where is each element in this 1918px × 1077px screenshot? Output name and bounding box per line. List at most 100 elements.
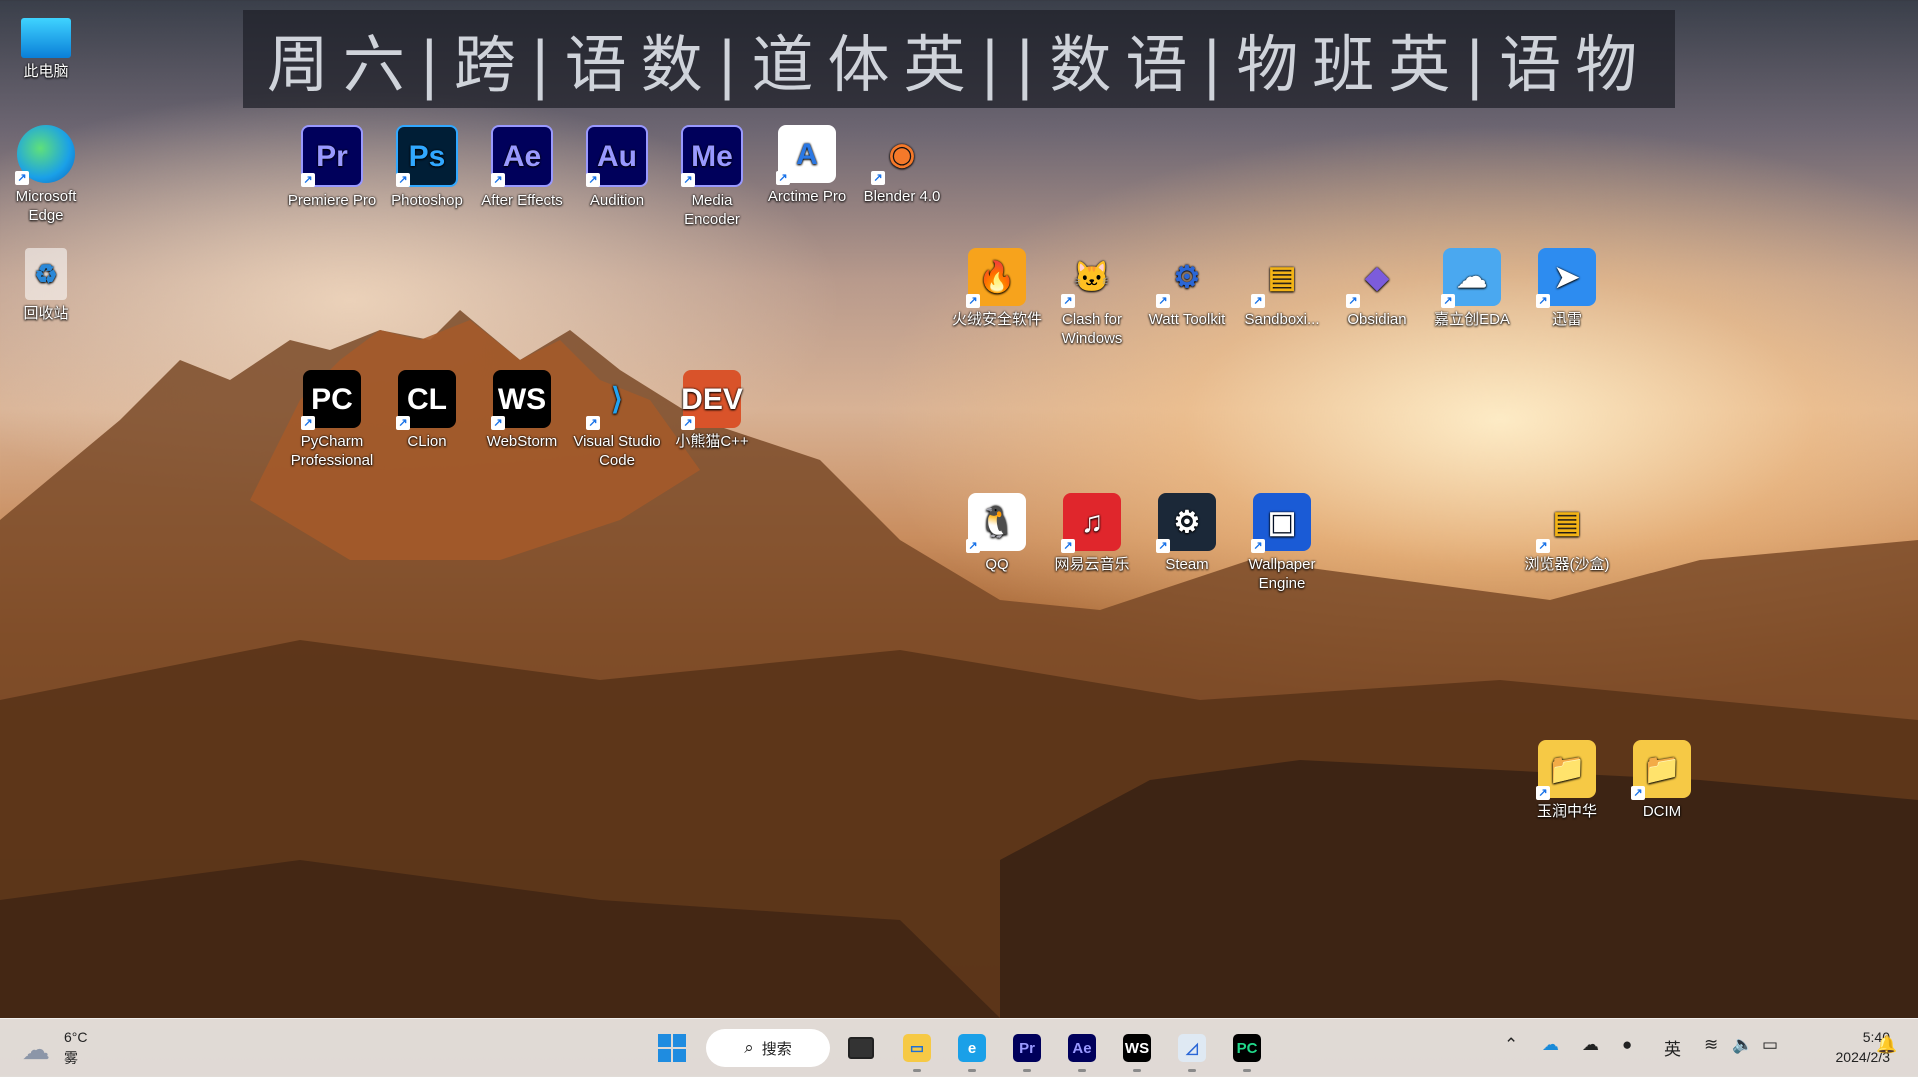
row2-shortcut-0[interactable]: 🔥 ↗ 火绒安全软件 (951, 248, 1043, 329)
shortcut-label: Media Encoder (684, 192, 740, 228)
shortcut-label: Watt Toolkit (1148, 311, 1226, 328)
row4-shortcut-1[interactable]: ♫ ↗ 网易云音乐 (1046, 493, 1138, 574)
notification-bell-icon[interactable]: 🔔 (1876, 1035, 1897, 1055)
network-cloud-icon[interactable]: ☁ (1582, 1035, 1599, 1055)
weather-widget[interactable]: ☁ 6°C 雾 (20, 1027, 100, 1069)
shortcut-label: Obsidian (1347, 311, 1407, 328)
row2-shortcut-5[interactable]: ☁ ↗ 嘉立创EDA (1426, 248, 1518, 329)
webstorm-icon: WS (1123, 1034, 1151, 1062)
running-indicator (1023, 1069, 1031, 1072)
right_icons-shortcut-0[interactable]: ▤ ↗ 浏览器(沙盒) (1521, 493, 1613, 574)
row2-shortcut-3[interactable]: ▤ ↗ Sandboxi... (1236, 248, 1328, 329)
row1-shortcut-6[interactable]: ◉ ↗ Blender 4.0 (856, 125, 948, 206)
shortcut-label: 嘉立创EDA (1434, 311, 1510, 328)
shortcut-arrow-icon: ↗ (1251, 539, 1265, 553)
app-icon: ☁ ↗ (1441, 248, 1501, 308)
row1-shortcut-2[interactable]: Ae ↗ After Effects (476, 125, 568, 210)
task-view-icon (848, 1037, 874, 1059)
class-schedule-banner: 周六|跨|语数|道体英||数语|物班英|语物 (243, 10, 1675, 108)
shortcut-label: WebStorm (486, 433, 558, 450)
qq-tray-icon[interactable]: ● (1622, 1035, 1632, 1055)
shortcut-label: Audition (589, 192, 645, 209)
taskbar-app-after-effects[interactable]: Ae (1062, 1028, 1102, 1072)
shortcut-label: Visual Studio Code (573, 433, 661, 469)
wifi-icon[interactable]: ≋ (1704, 1035, 1718, 1055)
taskbar-app-file-explorer[interactable]: ▭ (897, 1028, 937, 1072)
taskbar-app-task-manager[interactable]: ◿ (1172, 1028, 1212, 1072)
ime-indicator[interactable]: 英 (1664, 1035, 1681, 1060)
edge-icon: ↗ (15, 125, 75, 185)
shortcut-arrow-icon: ↗ (966, 539, 980, 553)
shortcut-label: After Effects (481, 192, 563, 209)
shortcut-arrow-icon: ↗ (1346, 294, 1360, 308)
app-icon: ▤ ↗ (1536, 493, 1596, 553)
row2-shortcut-4[interactable]: ◆ ↗ Obsidian (1331, 248, 1423, 329)
shortcut-arrow-icon: ↗ (491, 173, 505, 187)
row1-shortcut-3[interactable]: Au ↗ Audition (571, 125, 663, 210)
row3-shortcut-2[interactable]: WS ↗ WebStorm (476, 370, 568, 451)
recycle-bin-icon: ♻ (25, 248, 67, 300)
shortcut-arrow-icon: ↗ (776, 171, 790, 185)
shortcut-arrow-icon: ↗ (1251, 294, 1265, 308)
row3-shortcut-1[interactable]: CL ↗ CLion (381, 370, 473, 451)
premiere-icon: Pr (1013, 1034, 1041, 1062)
shortcut-arrow-icon: ↗ (1061, 294, 1075, 308)
row1-shortcut-5[interactable]: A ↗ Arctime Pro (761, 125, 853, 206)
row4-shortcut-0[interactable]: 🐧 ↗ QQ (951, 493, 1043, 574)
pycharm-icon: PC (1233, 1034, 1261, 1062)
row1-shortcut-1[interactable]: Ps ↗ Photoshop (381, 125, 473, 210)
onedrive-icon[interactable]: ☁ (1542, 1035, 1559, 1055)
start-button[interactable] (652, 1028, 692, 1068)
taskbar-app-pycharm[interactable]: PC (1227, 1028, 1267, 1072)
shortcut-arrow-icon: ↗ (396, 173, 410, 187)
taskbar-app-webstorm[interactable]: WS (1117, 1028, 1157, 1072)
chevron-up-icon[interactable]: ⌃ (1504, 1035, 1518, 1055)
app-icon: PC ↗ (301, 370, 361, 430)
app-icon: Au ↗ (586, 125, 648, 187)
shortcut-arrow-icon: ↗ (1156, 294, 1170, 308)
weather-temp: 6°C (64, 1029, 88, 1045)
search-box[interactable]: ⌕ 搜索 (706, 1029, 830, 1067)
shortcut-label: CLion (407, 433, 447, 450)
taskbar-app-premiere[interactable]: Pr (1007, 1028, 1047, 1072)
row2-shortcut-2[interactable]: ⚙ ↗ Watt Toolkit (1141, 248, 1233, 329)
taskbar: ☁ 6°C 雾 ⌕ 搜索 ▭ e Pr Ae WS ◿ PC ⌃ ☁ ☁ ● 英 ≋ 🔈 ▭… (0, 1018, 1918, 1077)
volume-icon[interactable]: 🔈 (1732, 1035, 1753, 1055)
edge-shortcut[interactable]: ↗ Microsoft Edge (0, 125, 92, 225)
shortcut-arrow-icon: ↗ (1536, 539, 1550, 553)
row2-shortcut-1[interactable]: 🐱 ↗ Clash for Windows (1046, 248, 1138, 348)
row3-shortcut-3[interactable]: ⟩ ↗ Visual Studio Code (571, 370, 663, 470)
running-indicator (968, 1069, 976, 1072)
search-label: 搜索 (761, 1039, 792, 1058)
task-manager-icon: ◿ (1178, 1034, 1206, 1062)
shortcut-label: DCIM (1642, 803, 1682, 820)
shortcut-arrow-icon: ↗ (1156, 539, 1170, 553)
row1-shortcut-0[interactable]: Pr ↗ Premiere Pro (286, 125, 378, 210)
right_icons-shortcut-1[interactable]: 📁 ↗ 玉润中华 (1521, 740, 1613, 821)
row3-shortcut-0[interactable]: PC ↗ PyCharm Professional (286, 370, 378, 470)
app-icon: WS ↗ (491, 370, 551, 430)
recycle-bin-shortcut[interactable]: ♻ 回收站 (0, 248, 92, 323)
shortcut-arrow-icon: ↗ (1441, 294, 1455, 308)
app-icon: ▤ ↗ (1251, 248, 1311, 308)
row4-shortcut-3[interactable]: ▣ ↗ Wallpaper Engine (1236, 493, 1328, 593)
row1-shortcut-4[interactable]: Me ↗ Media Encoder (666, 125, 758, 229)
monitor-icon (21, 18, 71, 58)
app-icon: 🐱 ↗ (1061, 248, 1121, 308)
row2-shortcut-6[interactable]: ➤ ↗ 迅雷 (1521, 248, 1613, 329)
right_icons-shortcut-2[interactable]: 📁 ↗ DCIM (1616, 740, 1708, 821)
row4-shortcut-2[interactable]: ⚙ ↗ Steam (1141, 493, 1233, 574)
shortcut-label: 网易云音乐 (1054, 556, 1130, 573)
app-icon: 🔥 ↗ (966, 248, 1026, 308)
taskbar-app-edge[interactable]: e (952, 1028, 992, 1072)
app-icon: 📁 ↗ (1536, 740, 1596, 800)
app-icon: ➤ ↗ (1536, 248, 1596, 308)
this-pc-shortcut[interactable]: 此电脑 (0, 10, 92, 81)
task-view-button[interactable] (841, 1028, 881, 1068)
battery-icon[interactable]: ▭ (1762, 1035, 1778, 1055)
shortcut-label: Photoshop (391, 192, 463, 209)
shortcut-arrow-icon: ↗ (871, 171, 885, 185)
row3-shortcut-4[interactable]: DEV ↗ 小熊猫C++ (666, 370, 758, 451)
running-indicator (1133, 1069, 1141, 1072)
after-effects-icon: Ae (1068, 1034, 1096, 1062)
